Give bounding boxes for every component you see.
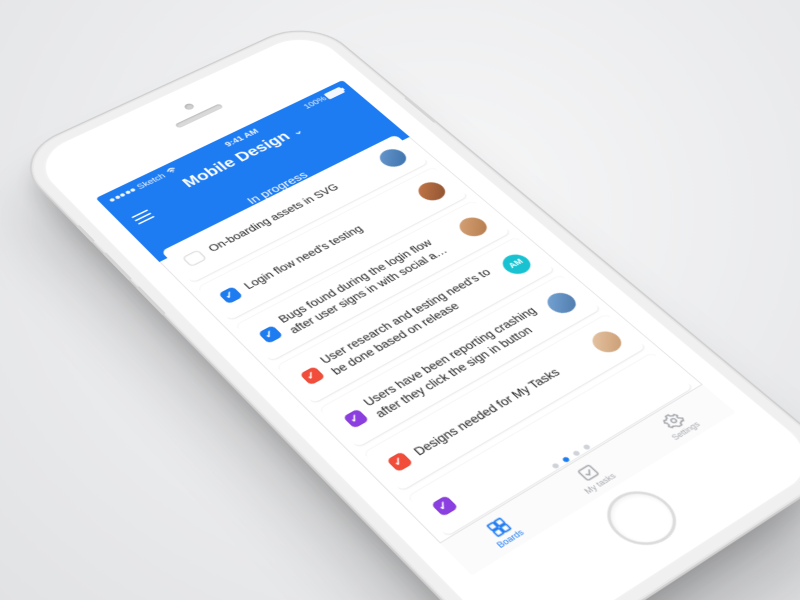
checkbox-icon[interactable] [257, 325, 283, 344]
phone-mockup: Sketch 9:41 AM 100% [13, 20, 800, 600]
page-dot[interactable] [551, 463, 560, 470]
page-indicator [433, 378, 700, 540]
task-card[interactable]: Designs needed for My Tasks [364, 314, 647, 491]
checkbox-icon[interactable] [181, 249, 207, 267]
wifi-icon [164, 166, 180, 177]
front-camera [183, 103, 196, 111]
tab-bar: Boards My tasks Settings [440, 384, 736, 575]
checkbox-icon[interactable] [218, 286, 243, 304]
tab-my-tasks[interactable]: My tasks [532, 435, 652, 518]
tab-settings[interactable]: Settings [619, 385, 735, 465]
avatar [375, 146, 412, 170]
checkbox-icon[interactable] [431, 495, 459, 517]
speaker [175, 103, 224, 128]
task-text: Users have been reporting crashing after… [360, 303, 555, 421]
avatar: AM [497, 251, 536, 278]
tab-label: Boards [494, 528, 525, 550]
task-card[interactable] [408, 353, 694, 537]
page-dot[interactable] [582, 444, 591, 451]
screen: Sketch 9:41 AM 100% [96, 80, 736, 575]
page-dot[interactable] [561, 456, 570, 463]
home-button[interactable] [593, 481, 690, 556]
signal-icon [109, 188, 136, 202]
avatar [413, 179, 451, 204]
chevron-down-icon: ⌄ [289, 126, 306, 138]
task-card[interactable]: Users have been reporting crashing after… [319, 275, 601, 448]
tab-label: Settings [669, 420, 701, 442]
task-text: Designs needed for My Tasks [410, 347, 595, 458]
avatar [542, 289, 582, 317]
page-dot[interactable] [571, 450, 580, 457]
tab-label: My tasks [582, 471, 618, 495]
task-text [461, 375, 664, 496]
checkbox-icon[interactable] [386, 452, 413, 473]
avatar [587, 328, 628, 357]
checkbox-icon[interactable] [299, 366, 325, 385]
tab-boards[interactable]: Boards [440, 488, 564, 575]
avatar [454, 214, 492, 240]
